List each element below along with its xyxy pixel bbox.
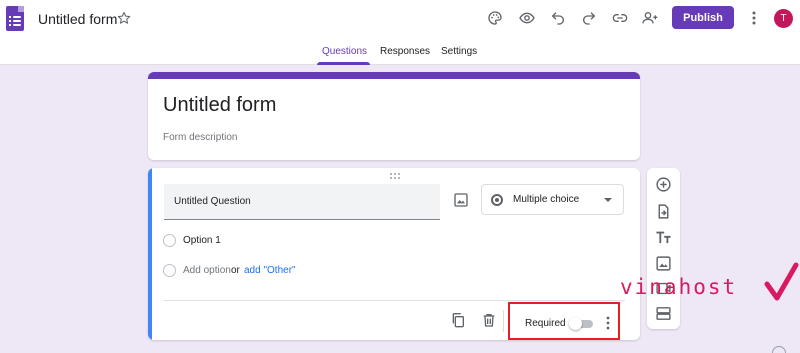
tab-settings[interactable]: Settings: [441, 46, 477, 57]
undo-icon[interactable]: [550, 10, 566, 26]
active-tab-indicator: [317, 62, 370, 65]
form-description-field[interactable]: Form description: [163, 132, 237, 143]
form-heading[interactable]: Untitled form: [163, 94, 276, 117]
google-forms-logo-icon[interactable]: [6, 6, 24, 31]
add-option-link[interactable]: Add option: [183, 265, 231, 276]
palette-icon[interactable]: [487, 10, 503, 26]
import-questions-icon[interactable]: [655, 203, 672, 220]
preview-eye-icon[interactable]: [519, 10, 535, 26]
radio-circle-icon: [163, 264, 176, 277]
add-image-icon[interactable]: [453, 192, 469, 208]
question-type-select[interactable]: Multiple choice: [481, 184, 624, 215]
or-text: or: [231, 265, 240, 276]
add-title-icon[interactable]: [655, 229, 672, 246]
tab-questions[interactable]: Questions: [322, 46, 367, 57]
form-title-doc-name[interactable]: Untitled form: [38, 11, 117, 27]
form-tabs: Questions Responses Settings: [0, 44, 800, 65]
star-icon[interactable]: [117, 11, 131, 25]
form-title-card: Untitled form Form description: [148, 72, 640, 160]
dropdown-arrow-icon: [604, 198, 612, 202]
theme-accent-bar: [148, 72, 640, 79]
drag-handle-icon[interactable]: [389, 172, 401, 180]
tab-responses[interactable]: Responses: [380, 46, 430, 57]
avatar[interactable]: T: [774, 9, 793, 28]
help-icon[interactable]: [772, 346, 786, 353]
question-title-input[interactable]: Untitled Question: [164, 184, 440, 220]
delete-icon[interactable]: [481, 312, 497, 328]
link-icon[interactable]: [612, 10, 628, 26]
more-options-icon[interactable]: [748, 10, 760, 26]
question-type-label: Multiple choice: [513, 194, 580, 205]
add-other-link[interactable]: add "Other": [244, 265, 296, 276]
add-section-icon[interactable]: [655, 305, 672, 322]
add-question-icon[interactable]: [655, 176, 672, 193]
publish-button[interactable]: Publish: [672, 6, 734, 29]
watermark-check-icon: [764, 262, 799, 301]
app-header: Untitled form Publish T Questions Respon…: [0, 0, 800, 65]
redo-icon[interactable]: [581, 10, 597, 26]
required-highlight-box: [508, 302, 620, 340]
card-divider: [164, 300, 625, 301]
add-image-icon[interactable]: [655, 255, 672, 272]
option-label[interactable]: Option 1: [183, 235, 221, 246]
duplicate-icon[interactable]: [450, 312, 466, 328]
active-question-indicator: [148, 168, 152, 340]
radio-button-icon: [491, 194, 503, 206]
footer-separator: [503, 310, 504, 332]
add-collaborator-icon[interactable]: [642, 10, 658, 26]
radio-circle-icon: [163, 234, 176, 247]
